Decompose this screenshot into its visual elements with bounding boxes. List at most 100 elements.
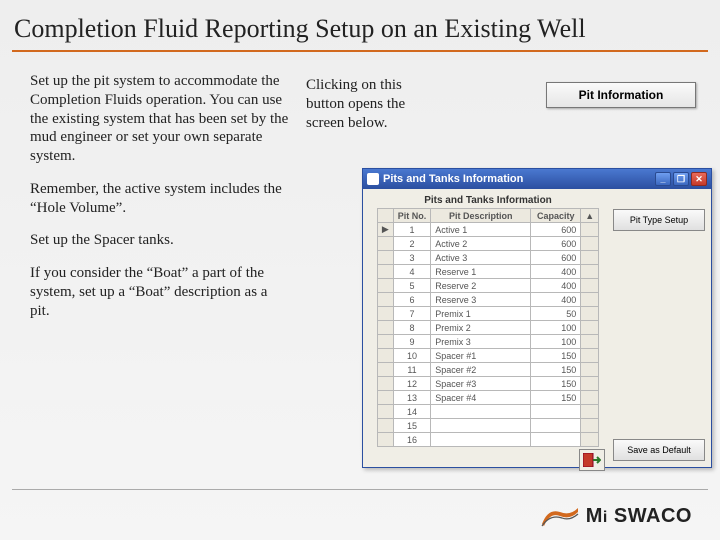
cell-description[interactable]: Premix 2 [431, 321, 531, 335]
cell-pitno[interactable]: 14 [393, 405, 431, 419]
save-as-default-button[interactable]: Save as Default [613, 439, 705, 461]
close-button[interactable]: ✕ [691, 172, 707, 186]
cell-description[interactable] [431, 405, 531, 419]
cell-description[interactable]: Spacer #3 [431, 377, 531, 391]
cell-capacity[interactable]: 100 [531, 335, 581, 349]
row-marker [377, 237, 393, 251]
table-row[interactable]: 3Active 3600 [377, 251, 598, 265]
cell-description[interactable]: Active 1 [431, 223, 531, 237]
cell-pitno[interactable]: 2 [393, 237, 431, 251]
cell-capacity[interactable] [531, 433, 581, 447]
table-row[interactable]: 10Spacer #1150 [377, 349, 598, 363]
cell-description[interactable] [431, 419, 531, 433]
pits-table[interactable]: Pit No. Pit Description Capacity ▲ ▶1Act… [377, 208, 599, 447]
table-row[interactable]: 16 [377, 433, 598, 447]
row-marker [377, 433, 393, 447]
scroll-track[interactable] [581, 405, 599, 419]
table-row[interactable]: 5Reserve 2400 [377, 279, 598, 293]
scroll-track[interactable] [581, 363, 599, 377]
minimize-button[interactable]: _ [655, 172, 671, 186]
cell-pitno[interactable]: 1 [393, 223, 431, 237]
table-row[interactable]: 15 [377, 419, 598, 433]
scroll-track[interactable] [581, 419, 599, 433]
cell-pitno[interactable]: 12 [393, 377, 431, 391]
table-row[interactable]: 8Premix 2100 [377, 321, 598, 335]
cell-pitno[interactable]: 10 [393, 349, 431, 363]
window-titlebar[interactable]: Pits and Tanks Information _ ❐ ✕ [363, 169, 711, 189]
scroll-track[interactable] [581, 433, 599, 447]
scroll-track[interactable] [581, 237, 599, 251]
cell-capacity[interactable]: 50 [531, 307, 581, 321]
cell-description[interactable]: Reserve 2 [431, 279, 531, 293]
table-row[interactable]: 4Reserve 1400 [377, 265, 598, 279]
cell-capacity[interactable]: 400 [531, 265, 581, 279]
scroll-track[interactable] [581, 377, 599, 391]
cell-description[interactable]: Premix 3 [431, 335, 531, 349]
pit-information-button[interactable]: Pit Information [546, 82, 696, 108]
cell-capacity[interactable]: 100 [531, 321, 581, 335]
cell-pitno[interactable]: 7 [393, 307, 431, 321]
cell-capacity[interactable]: 400 [531, 279, 581, 293]
grid-title: Pits and Tanks Information [424, 195, 552, 206]
cell-capacity[interactable]: 400 [531, 293, 581, 307]
cell-pitno[interactable]: 3 [393, 251, 431, 265]
pit-type-setup-button[interactable]: Pit Type Setup [613, 209, 705, 231]
cell-capacity[interactable] [531, 419, 581, 433]
cell-pitno[interactable]: 11 [393, 363, 431, 377]
cell-description[interactable]: Reserve 1 [431, 265, 531, 279]
cell-capacity[interactable]: 150 [531, 363, 581, 377]
table-row[interactable]: 11Spacer #2150 [377, 363, 598, 377]
cell-description[interactable]: Active 3 [431, 251, 531, 265]
cell-pitno[interactable]: 13 [393, 391, 431, 405]
table-row[interactable]: 9Premix 3100 [377, 335, 598, 349]
cell-pitno[interactable]: 4 [393, 265, 431, 279]
row-marker [377, 321, 393, 335]
scroll-track[interactable] [581, 265, 599, 279]
scroll-track[interactable] [581, 321, 599, 335]
cell-pitno[interactable]: 16 [393, 433, 431, 447]
scroll-track[interactable] [581, 251, 599, 265]
cell-capacity[interactable]: 150 [531, 349, 581, 363]
pits-tanks-window: Pits and Tanks Information _ ❐ ✕ Pits an… [362, 168, 712, 468]
cell-capacity[interactable]: 150 [531, 391, 581, 405]
table-row[interactable]: 7Premix 150 [377, 307, 598, 321]
maximize-button[interactable]: ❐ [673, 172, 689, 186]
cell-description[interactable]: Spacer #2 [431, 363, 531, 377]
cell-description[interactable] [431, 433, 531, 447]
cell-capacity[interactable]: 600 [531, 237, 581, 251]
scroll-track[interactable] [581, 293, 599, 307]
scroll-track[interactable] [581, 307, 599, 321]
table-row[interactable]: 6Reserve 3400 [377, 293, 598, 307]
row-marker [377, 377, 393, 391]
cell-pitno[interactable]: 9 [393, 335, 431, 349]
scroll-track[interactable] [581, 391, 599, 405]
scroll-track[interactable] [581, 349, 599, 363]
scroll-track[interactable] [581, 223, 599, 237]
col-description[interactable]: Pit Description [431, 209, 531, 223]
table-row[interactable]: ▶1Active 1600 [377, 223, 598, 237]
table-row[interactable]: 14 [377, 405, 598, 419]
scroll-track[interactable] [581, 279, 599, 293]
cell-pitno[interactable]: 6 [393, 293, 431, 307]
cell-capacity[interactable]: 600 [531, 251, 581, 265]
row-marker [377, 251, 393, 265]
table-row[interactable]: 12Spacer #3150 [377, 377, 598, 391]
cell-description[interactable]: Spacer #1 [431, 349, 531, 363]
cell-description[interactable]: Active 2 [431, 237, 531, 251]
table-row[interactable]: 13Spacer #4150 [377, 391, 598, 405]
cell-capacity[interactable]: 600 [531, 223, 581, 237]
table-row[interactable]: 2Active 2600 [377, 237, 598, 251]
col-pitno[interactable]: Pit No. [393, 209, 431, 223]
cell-pitno[interactable]: 5 [393, 279, 431, 293]
brand-text: Mi SWACO [586, 505, 692, 528]
cell-pitno[interactable]: 15 [393, 419, 431, 433]
exit-icon[interactable] [579, 449, 605, 471]
scroll-track[interactable] [581, 335, 599, 349]
cell-pitno[interactable]: 8 [393, 321, 431, 335]
cell-capacity[interactable] [531, 405, 581, 419]
col-capacity[interactable]: Capacity [531, 209, 581, 223]
cell-description[interactable]: Spacer #4 [431, 391, 531, 405]
cell-description[interactable]: Reserve 3 [431, 293, 531, 307]
cell-capacity[interactable]: 150 [531, 377, 581, 391]
cell-description[interactable]: Premix 1 [431, 307, 531, 321]
